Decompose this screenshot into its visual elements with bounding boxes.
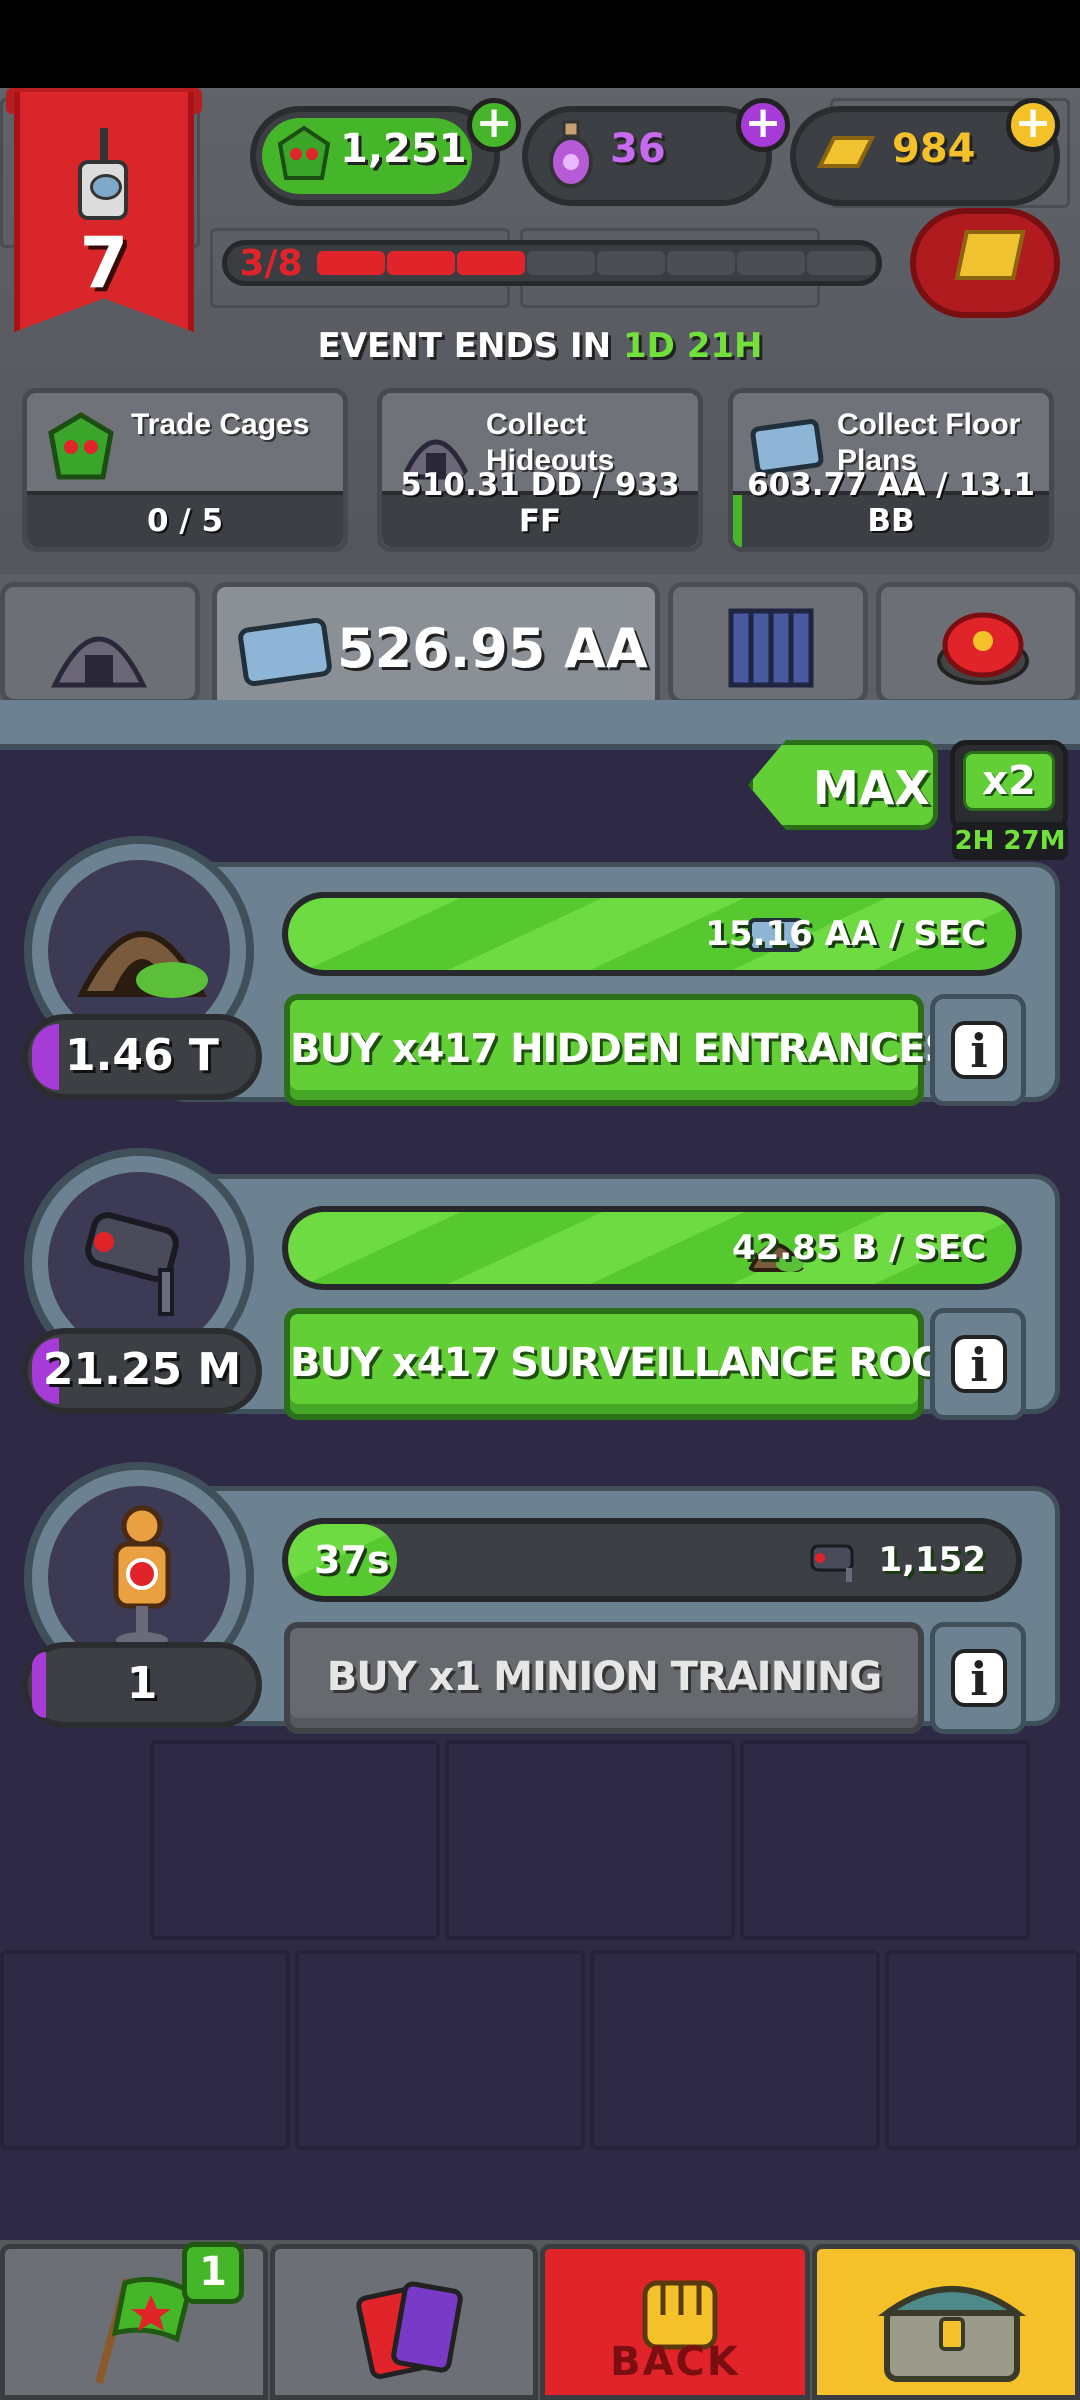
event-timer: EVENT ENDS IN 1D 21H [0,326,1080,366]
max-label: MAX [813,761,930,815]
buy-minion-training-button[interactable]: BUY x1 MINION TRAINING [284,1622,924,1734]
cards-icon [356,2281,463,2379]
potion-value: 36 [610,126,666,172]
cash-value: 1,251 [340,126,467,172]
info-button-surveillance-rooms[interactable]: i [930,1308,1026,1420]
cage-creature-icon [48,412,114,480]
count-value: 1 [126,1658,158,1709]
buy-label: BUY x1 MINION TRAINING [326,1654,882,1700]
owned-count-hidden-entrances: 1.46 T [22,1014,262,1100]
task-trade-cages[interactable]: Trade Cages 0 / 5 [22,388,348,552]
task-label: Trade Cages [131,408,310,441]
info-button-minion-training[interactable]: i [930,1622,1026,1734]
nav-back[interactable]: BACK [540,2244,810,2400]
potion-counter[interactable]: 36 [522,106,772,206]
owned-count-surveillance-rooms: 21.25 M [22,1328,262,1414]
boost-label: x2 [963,751,1055,811]
add-cash-plus-icon[interactable]: + [467,98,521,152]
info-icon: i [951,1021,1007,1079]
task-progress-value: 510.31 DD / 933 FF [400,467,680,539]
cave-entrance-icon [77,931,208,998]
security-camera-icon [85,1212,179,1316]
progress-segment [667,251,735,275]
task-progress: 0 / 5 [27,491,343,547]
back-label: BACK [610,2339,740,2385]
robot-antenna [100,128,108,162]
info-icon: i [951,1335,1007,1393]
tab-alarm[interactable] [876,582,1080,704]
security-camera-icon [810,1544,854,1582]
rate-value: 1,152 [878,1540,986,1580]
flag-icon [95,2276,192,2385]
progress-segment [737,251,805,275]
progress-segment [527,251,595,275]
task-progress: 510.31 DD / 933 FF [382,467,698,547]
max-button[interactable]: MAX [748,740,938,830]
buy-surveillance-rooms-button[interactable]: BUY x417 SURVEILLANCE ROOMS [284,1308,1012,1420]
status-bar [0,0,1080,88]
nav-shop[interactable] [812,2244,1080,2400]
task-progress: 603.77 AA / 13.1 BB [733,467,1049,547]
cash-counter[interactable]: 1,251 [250,106,500,206]
rate-bar-hidden-entrances: 15.16 AA / SEC [282,892,1022,976]
gold-value: 984 [892,126,976,172]
task-progress-value: 603.77 AA / 13.1 BB [747,467,1035,539]
green-cash-icon [277,125,331,180]
alarm-button-icon [937,612,1029,685]
task-progress-value: 0 / 5 [146,503,224,539]
progress-segment [597,251,665,275]
level-progress-bar: 3/8 [222,240,882,286]
cage-icon [728,608,814,688]
event-timer-days: 1D [622,326,675,366]
rate-value: 42.85 B / SEC [731,1228,986,1268]
info-icon: i [951,1649,1007,1707]
robot-icon [78,160,128,220]
progress-segment [387,251,455,275]
tab-cages[interactable] [668,582,868,704]
rate-bar-minion-training: 37s 1,152 [282,1518,1022,1602]
missions-badge: 1 [182,2242,244,2304]
count-value: 21.25 M [42,1344,242,1395]
count-value: 1.46 T [65,1030,219,1081]
boost-timer: 2H 27M [952,822,1068,860]
event-timer-hours: 21H [686,326,763,366]
progress-segment [807,251,875,275]
rate-value: 15.16 AA / SEC [705,914,986,954]
buy-hidden-entrances-button[interactable]: BUY x417 HIDDEN ENTRANCES [284,994,953,1106]
task-collect-floor-plans[interactable]: Collect Floor Plans 603.77 AA / 13.1 BB [728,388,1054,552]
training-dummy-icon [113,1505,171,1648]
tab-floor-plans[interactable]: 526.95 AA [212,582,660,718]
add-potion-plus-icon[interactable]: + [736,98,790,152]
info-button-hidden-entrances[interactable]: i [930,994,1026,1106]
potion-icon [549,120,593,188]
treasure-chest-icon [877,2286,1027,2382]
rate-bar-surveillance-rooms: 42.85 B / SEC [282,1206,1022,1290]
floor-plan-icon [238,617,332,687]
boost-button[interactable]: x2 [950,740,1068,832]
event-timer-prefix: EVENT ENDS IN [317,326,612,366]
hideout-icon [51,636,147,688]
task-collect-hideouts[interactable]: Collect Hideouts 510.31 DD / 933 FF [377,388,703,552]
progress-segment [317,251,385,275]
tab-hideouts[interactable] [0,582,200,704]
training-timer: 37s [314,1538,390,1582]
nav-cards[interactable] [270,2244,538,2400]
add-gold-plus-icon[interactable]: + [1006,98,1060,152]
buy-label: BUY x417 SURVEILLANCE ROOMS [290,1340,1012,1386]
gold-bar-icon [816,136,876,168]
buy-label: BUY x417 HIDDEN ENTRANCES [290,1026,953,1072]
progress-segment [457,251,525,275]
tab-floor-plans-value: 526.95 AA [337,617,648,680]
owned-count-minion-training: 1 [22,1642,262,1728]
reward-gold-bar-icon [954,230,1026,280]
level-progress-label: 3/8 [239,243,303,284]
level-number: 7 [79,222,129,304]
